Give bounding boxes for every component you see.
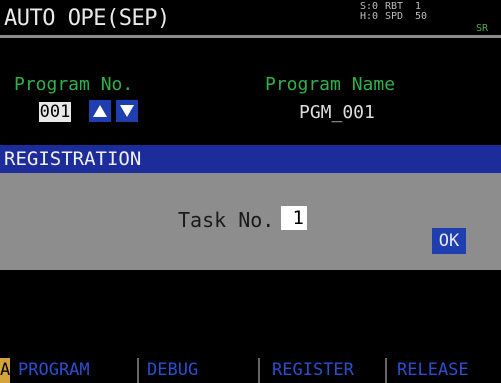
program-number-field[interactable]: 001 (39, 102, 71, 122)
program-number-up-button[interactable] (89, 100, 111, 122)
function-key-release[interactable]: RELEASE (389, 358, 501, 383)
program-number-label: Program No. (14, 74, 134, 95)
title-bar: AUTO OPE(SEP) S:0 H:0 RBT SPD 1 50 SR (0, 0, 501, 38)
program-number-down-button[interactable] (116, 100, 138, 122)
task-number-input[interactable]: 1 (281, 206, 307, 230)
task-number-label: Task No. (178, 208, 275, 232)
pendant-screen: AUTO OPE(SEP) S:0 H:0 RBT SPD 1 50 SR Pr… (0, 0, 501, 383)
triangle-down-icon (120, 105, 134, 117)
triangle-up-icon (93, 105, 107, 117)
status-robot-speed-value: 1 50 (415, 1, 428, 22)
function-key-mode-indicator: A (0, 358, 10, 383)
registration-dialog-header: REGISTRATION (0, 145, 501, 173)
status-servo: S:0 H:0 (360, 1, 379, 22)
registration-dialog-title: REGISTRATION (4, 148, 142, 170)
screen-title: AUTO OPE(SEP) (4, 6, 170, 31)
program-name-value: PGM_001 (299, 102, 375, 123)
registration-dialog-body: Task No. 1 OK (0, 173, 501, 270)
function-key-debug[interactable]: DEBUG (141, 358, 260, 383)
function-key-register[interactable]: REGISTER (262, 358, 387, 383)
function-key-program[interactable]: PROGRAM (12, 358, 139, 383)
status-mode-indicator: SR (476, 23, 489, 34)
status-robot-speed-label: RBT SPD (385, 1, 404, 22)
ok-button[interactable]: OK (432, 228, 466, 254)
function-key-bar: A PROGRAM DEBUG REGISTER RELEASE (0, 358, 501, 383)
program-name-label: Program Name (265, 74, 396, 95)
